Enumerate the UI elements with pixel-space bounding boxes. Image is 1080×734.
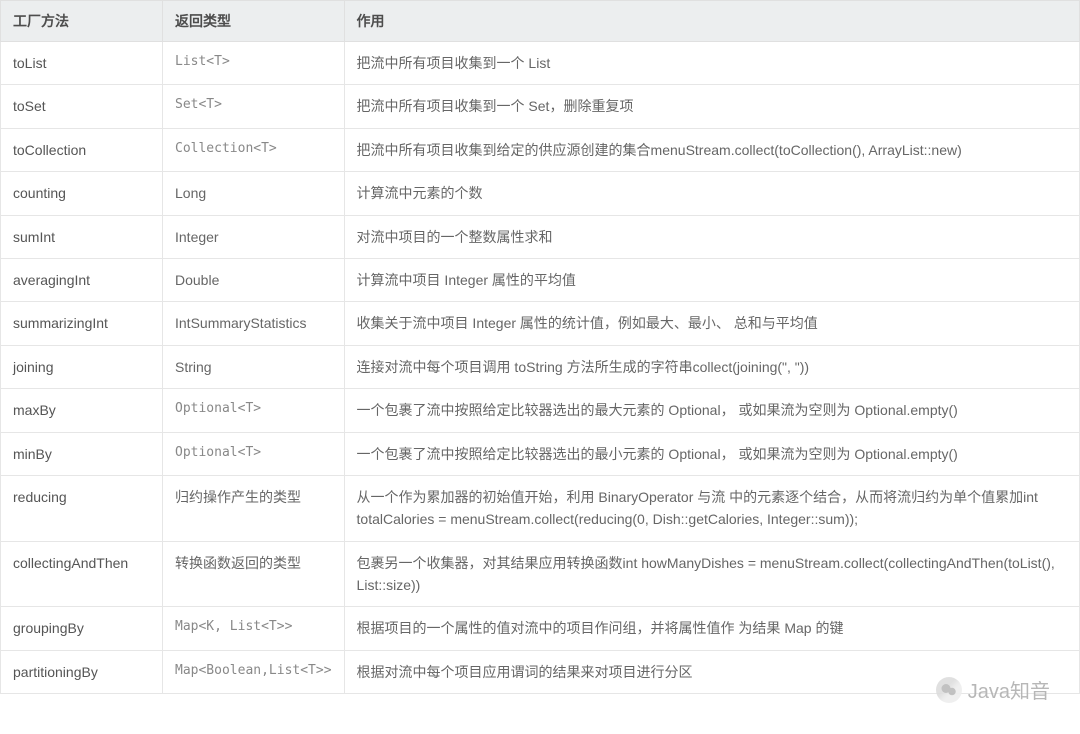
cell-method: minBy bbox=[1, 432, 163, 475]
cell-description: 对流中项目的一个整数属性求和 bbox=[344, 215, 1079, 258]
collectors-table: 工厂方法 返回类型 作用 toListList<T>把流中所有项目收集到一个 L… bbox=[0, 0, 1080, 694]
cell-description: 包裹另一个收集器，对其结果应用转换函数int howManyDishes = m… bbox=[344, 541, 1079, 607]
wechat-icon bbox=[936, 677, 962, 703]
cell-return-type: Map<K, List<T>> bbox=[163, 607, 345, 650]
table-row: summarizingIntIntSummaryStatistics收集关于流中… bbox=[1, 302, 1080, 345]
table-row: averagingIntDouble计算流中项目 Integer 属性的平均值 bbox=[1, 258, 1080, 301]
cell-return-type: Optional<T> bbox=[163, 389, 345, 432]
table-row: toCollectionCollection<T>把流中所有项目收集到给定的供应… bbox=[1, 128, 1080, 171]
cell-description: 从一个作为累加器的初始值开始，利用 BinaryOperator 与流 中的元素… bbox=[344, 475, 1079, 541]
cell-description: 一个包裹了流中按照给定比较器选出的最大元素的 Optional， 或如果流为空则… bbox=[344, 389, 1079, 432]
cell-method: counting bbox=[1, 172, 163, 215]
cell-method: partitioningBy bbox=[1, 650, 163, 693]
cell-method: collectingAndThen bbox=[1, 541, 163, 607]
watermark: Java知音 bbox=[936, 675, 1050, 704]
table-row: sumIntInteger对流中项目的一个整数属性求和 bbox=[1, 215, 1080, 258]
cell-method: joining bbox=[1, 345, 163, 388]
cell-method: averagingInt bbox=[1, 258, 163, 301]
cell-description: 根据项目的一个属性的值对流中的项目作问组，并将属性值作 为结果 Map 的键 bbox=[344, 607, 1079, 650]
cell-method: toSet bbox=[1, 85, 163, 128]
header-description: 作用 bbox=[344, 1, 1079, 42]
header-return-type: 返回类型 bbox=[163, 1, 345, 42]
cell-description: 把流中所有项目收集到一个 Set，删除重复项 bbox=[344, 85, 1079, 128]
table-row: toListList<T>把流中所有项目收集到一个 List bbox=[1, 42, 1080, 85]
cell-method: summarizingInt bbox=[1, 302, 163, 345]
table-row: minByOptional<T>一个包裹了流中按照给定比较器选出的最小元素的 O… bbox=[1, 432, 1080, 475]
watermark-text: Java知音 bbox=[968, 675, 1050, 704]
cell-method: reducing bbox=[1, 475, 163, 541]
table-row: toSetSet<T>把流中所有项目收集到一个 Set，删除重复项 bbox=[1, 85, 1080, 128]
cell-method: maxBy bbox=[1, 389, 163, 432]
cell-return-type: Map<Boolean,List<T>> bbox=[163, 650, 345, 693]
header-method: 工厂方法 bbox=[1, 1, 163, 42]
table-row: groupingByMap<K, List<T>>根据项目的一个属性的值对流中的… bbox=[1, 607, 1080, 650]
cell-return-type: List<T> bbox=[163, 42, 345, 85]
cell-method: groupingBy bbox=[1, 607, 163, 650]
table-body: toListList<T>把流中所有项目收集到一个 ListtoSetSet<T… bbox=[1, 42, 1080, 694]
cell-description: 一个包裹了流中按照给定比较器选出的最小元素的 Optional， 或如果流为空则… bbox=[344, 432, 1079, 475]
cell-description: 把流中所有项目收集到一个 List bbox=[344, 42, 1079, 85]
cell-description: 计算流中项目 Integer 属性的平均值 bbox=[344, 258, 1079, 301]
cell-return-type: Collection<T> bbox=[163, 128, 345, 171]
cell-method: toCollection bbox=[1, 128, 163, 171]
cell-description: 收集关于流中项目 Integer 属性的统计值，例如最大、最小、 总和与平均值 bbox=[344, 302, 1079, 345]
table-row: maxByOptional<T>一个包裹了流中按照给定比较器选出的最大元素的 O… bbox=[1, 389, 1080, 432]
table-row: reducing归约操作产生的类型从一个作为累加器的初始值开始，利用 Binar… bbox=[1, 475, 1080, 541]
cell-method: sumInt bbox=[1, 215, 163, 258]
table-row: partitioningByMap<Boolean,List<T>>根据对流中每… bbox=[1, 650, 1080, 693]
cell-return-type: IntSummaryStatistics bbox=[163, 302, 345, 345]
cell-description: 连接对流中每个项目调用 toString 方法所生成的字符串collect(jo… bbox=[344, 345, 1079, 388]
cell-return-type: 归约操作产生的类型 bbox=[163, 475, 345, 541]
cell-return-type: String bbox=[163, 345, 345, 388]
cell-return-type: 转换函数返回的类型 bbox=[163, 541, 345, 607]
cell-return-type: Double bbox=[163, 258, 345, 301]
cell-return-type: Integer bbox=[163, 215, 345, 258]
cell-return-type: Set<T> bbox=[163, 85, 345, 128]
cell-description: 计算流中元素的个数 bbox=[344, 172, 1079, 215]
table-row: countingLong计算流中元素的个数 bbox=[1, 172, 1080, 215]
cell-method: toList bbox=[1, 42, 163, 85]
cell-return-type: Optional<T> bbox=[163, 432, 345, 475]
table-row: collectingAndThen转换函数返回的类型包裹另一个收集器，对其结果应… bbox=[1, 541, 1080, 607]
cell-return-type: Long bbox=[163, 172, 345, 215]
cell-description: 把流中所有项目收集到给定的供应源创建的集合menuStream.collect(… bbox=[344, 128, 1079, 171]
table-row: joiningString连接对流中每个项目调用 toString 方法所生成的… bbox=[1, 345, 1080, 388]
